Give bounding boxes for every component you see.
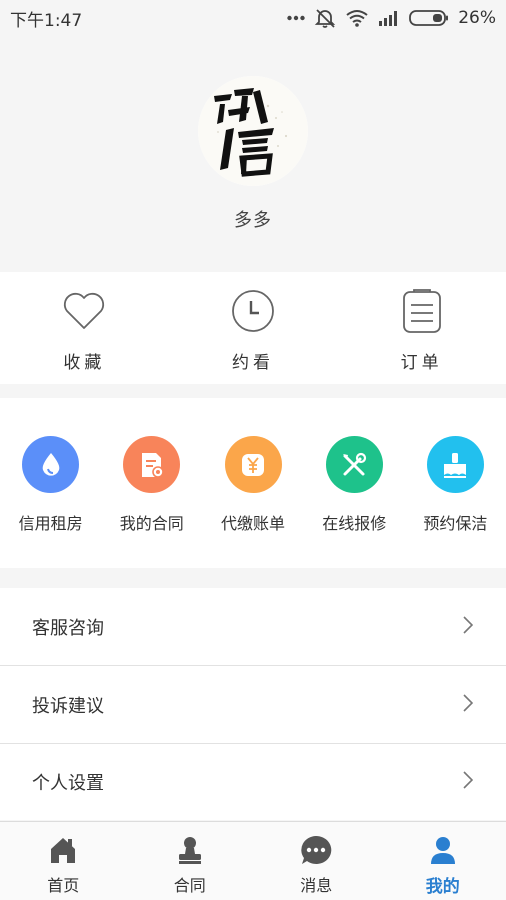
chevron-right-icon (463, 693, 474, 716)
avatar[interactable] (198, 76, 308, 186)
status-icons: 26% (287, 8, 496, 28)
credit-drop-icon (22, 436, 80, 493)
tab-home[interactable]: 首页 (0, 822, 127, 900)
signal-icon (378, 10, 400, 26)
bill-yuan-icon (224, 436, 282, 493)
home-icon (45, 832, 81, 868)
profile-header: 多多 (0, 36, 506, 272)
tab-messages[interactable]: 消息 (253, 822, 380, 900)
status-bar: 下午1:47 26% (0, 0, 506, 36)
menu-complaints[interactable]: 投诉建议 (0, 666, 506, 744)
stamp-icon (172, 832, 208, 868)
chevron-right-icon (463, 771, 474, 793)
quick-orders-label: 订单 (400, 353, 443, 373)
tab-contract[interactable]: 合同 (127, 822, 254, 900)
clock-icon (230, 288, 276, 334)
tab-home-label: 首页 (47, 876, 80, 895)
chevron-right-icon (463, 615, 474, 638)
service-bill-payment[interactable]: 代缴账单 (202, 398, 303, 568)
menu-customer-service[interactable]: 客服咨询 (0, 588, 506, 666)
username: 多多 (234, 210, 272, 231)
settings-menu: 客服咨询 投诉建议 个人设置 (0, 588, 506, 820)
tab-mine-label: 我的 (425, 877, 460, 897)
battery-icon (409, 9, 449, 27)
services-grid: 信用租房 我的合同 代缴账单 在线报修 预约保洁 (0, 398, 506, 568)
service-credit-rental[interactable]: 信用租房 (0, 398, 101, 568)
status-time: 下午1:47 (10, 10, 83, 31)
bottom-tab-bar: 首页 合同 消息 我的 (0, 821, 506, 900)
menu-complaints-label: 投诉建议 (32, 695, 104, 717)
tab-mine[interactable]: 我的 (380, 822, 506, 900)
service-credit-rental-label: 信用租房 (18, 514, 83, 533)
service-cleaning-label: 预约保洁 (423, 514, 488, 533)
tab-messages-label: 消息 (300, 876, 333, 895)
service-my-contracts[interactable]: 我的合同 (101, 398, 202, 568)
menu-personal-settings[interactable]: 个人设置 (0, 744, 506, 820)
quick-orders[interactable]: 订单 (337, 272, 506, 384)
service-my-contracts-label: 我的合同 (119, 514, 184, 533)
quick-actions: 收藏 约看 订单 (0, 272, 506, 384)
quick-appointments-label: 约看 (232, 353, 274, 373)
heart-icon (61, 288, 107, 334)
menu-personal-settings-label: 个人设置 (32, 773, 104, 794)
service-online-repair-label: 在线报修 (322, 514, 387, 533)
quick-appointments[interactable]: 约看 (169, 272, 338, 384)
service-cleaning[interactable]: 预约保洁 (405, 398, 506, 568)
quick-favorites[interactable]: 收藏 (0, 272, 169, 384)
order-list-icon (399, 288, 445, 334)
menu-customer-service-label: 客服咨询 (32, 617, 104, 639)
tools-icon (325, 436, 383, 493)
wifi-icon (345, 9, 369, 27)
message-icon (298, 832, 334, 868)
service-bill-payment-label: 代缴账单 (221, 514, 286, 533)
mute-icon (314, 8, 336, 28)
service-online-repair[interactable]: 在线报修 (304, 398, 405, 568)
more-dots-icon (287, 15, 305, 21)
broom-icon (426, 436, 484, 493)
user-icon (425, 832, 461, 868)
quick-favorites-label: 收藏 (63, 353, 106, 373)
battery-percent: 26% (458, 8, 496, 28)
contract-doc-icon (123, 436, 181, 493)
tab-contract-label: 合同 (173, 876, 206, 895)
